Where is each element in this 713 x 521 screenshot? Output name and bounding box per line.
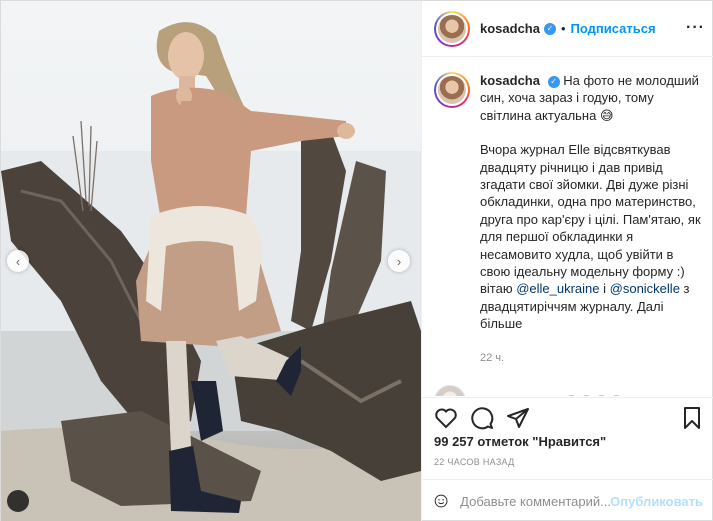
heart-eyes-emoji-icon bbox=[565, 394, 579, 396]
mention-elle-ukraine[interactable]: @elle_ukraine bbox=[516, 281, 599, 296]
instagram-post: ‹ › kosadcha ✓ • Подписаться ··· kosadch… bbox=[0, 0, 713, 521]
publish-comment-button[interactable]: Опубликовать bbox=[610, 494, 703, 509]
commenter-avatar[interactable] bbox=[434, 385, 466, 396]
comment-input[interactable] bbox=[460, 493, 611, 509]
likes-count[interactable]: 99 257 отметок "Нравится" bbox=[434, 434, 606, 449]
heart-eyes-emoji-icon bbox=[595, 394, 609, 396]
add-comment-bar: Опубликовать bbox=[422, 479, 713, 521]
post-date[interactable]: 22 ЧАСОВ НАЗАД bbox=[434, 457, 515, 467]
author-avatar[interactable] bbox=[434, 10, 470, 47]
caption-text: kosadcha ✓ На фото не молодший син, хоча… bbox=[480, 72, 703, 367]
caption: kosadcha ✓ На фото не молодший син, хоча… bbox=[434, 72, 703, 367]
photo-illustration bbox=[1, 22, 421, 521]
caption-avatar[interactable] bbox=[434, 72, 470, 108]
heart-eyes-emoji-icon bbox=[610, 394, 624, 396]
commenter-username[interactable]: allabonya bbox=[480, 394, 540, 396]
caption-connector: і bbox=[599, 281, 610, 297]
comment-icon[interactable] bbox=[470, 406, 494, 430]
caption-paragraph-2-start: Вчора журнал Elle відсвяткував двадцяту … bbox=[480, 142, 701, 297]
heart-icon[interactable] bbox=[434, 406, 458, 430]
caption-verified-badge-icon: ✓ bbox=[547, 75, 560, 88]
action-bar bbox=[422, 397, 713, 437]
verified-badge-icon: ✓ bbox=[543, 22, 556, 35]
tagged-users-icon[interactable] bbox=[7, 490, 29, 512]
bookmark-icon[interactable] bbox=[680, 406, 704, 430]
follow-button[interactable]: Подписаться bbox=[571, 21, 656, 36]
header-separator: • bbox=[560, 21, 566, 36]
more-options-icon[interactable]: ··· bbox=[686, 19, 705, 37]
heart-eyes-emoji-icon bbox=[580, 394, 594, 396]
post-header: kosadcha ✓ • Подписаться ··· bbox=[422, 1, 713, 57]
smiley-icon[interactable] bbox=[434, 489, 448, 513]
caption-time[interactable]: 22 ч. bbox=[480, 350, 703, 367]
post-photo[interactable]: ‹ › bbox=[1, 1, 421, 521]
comment-text: allabonya ✓ bbox=[480, 394, 624, 396]
caption-username[interactable]: kosadcha bbox=[480, 73, 540, 88]
chevron-right-icon[interactable]: › bbox=[388, 250, 410, 272]
chevron-left-icon[interactable]: ‹ bbox=[7, 250, 29, 272]
comment-item: allabonya ✓ bbox=[434, 385, 703, 396]
mention-sonickelle[interactable]: @sonickelle bbox=[610, 281, 680, 296]
comments-section: kosadcha ✓ На фото не молодший син, хоча… bbox=[422, 58, 713, 396]
share-icon[interactable] bbox=[506, 406, 530, 430]
post-details-panel: kosadcha ✓ • Подписаться ··· kosadcha ✓ … bbox=[421, 1, 713, 521]
author-username[interactable]: kosadcha bbox=[480, 21, 540, 36]
